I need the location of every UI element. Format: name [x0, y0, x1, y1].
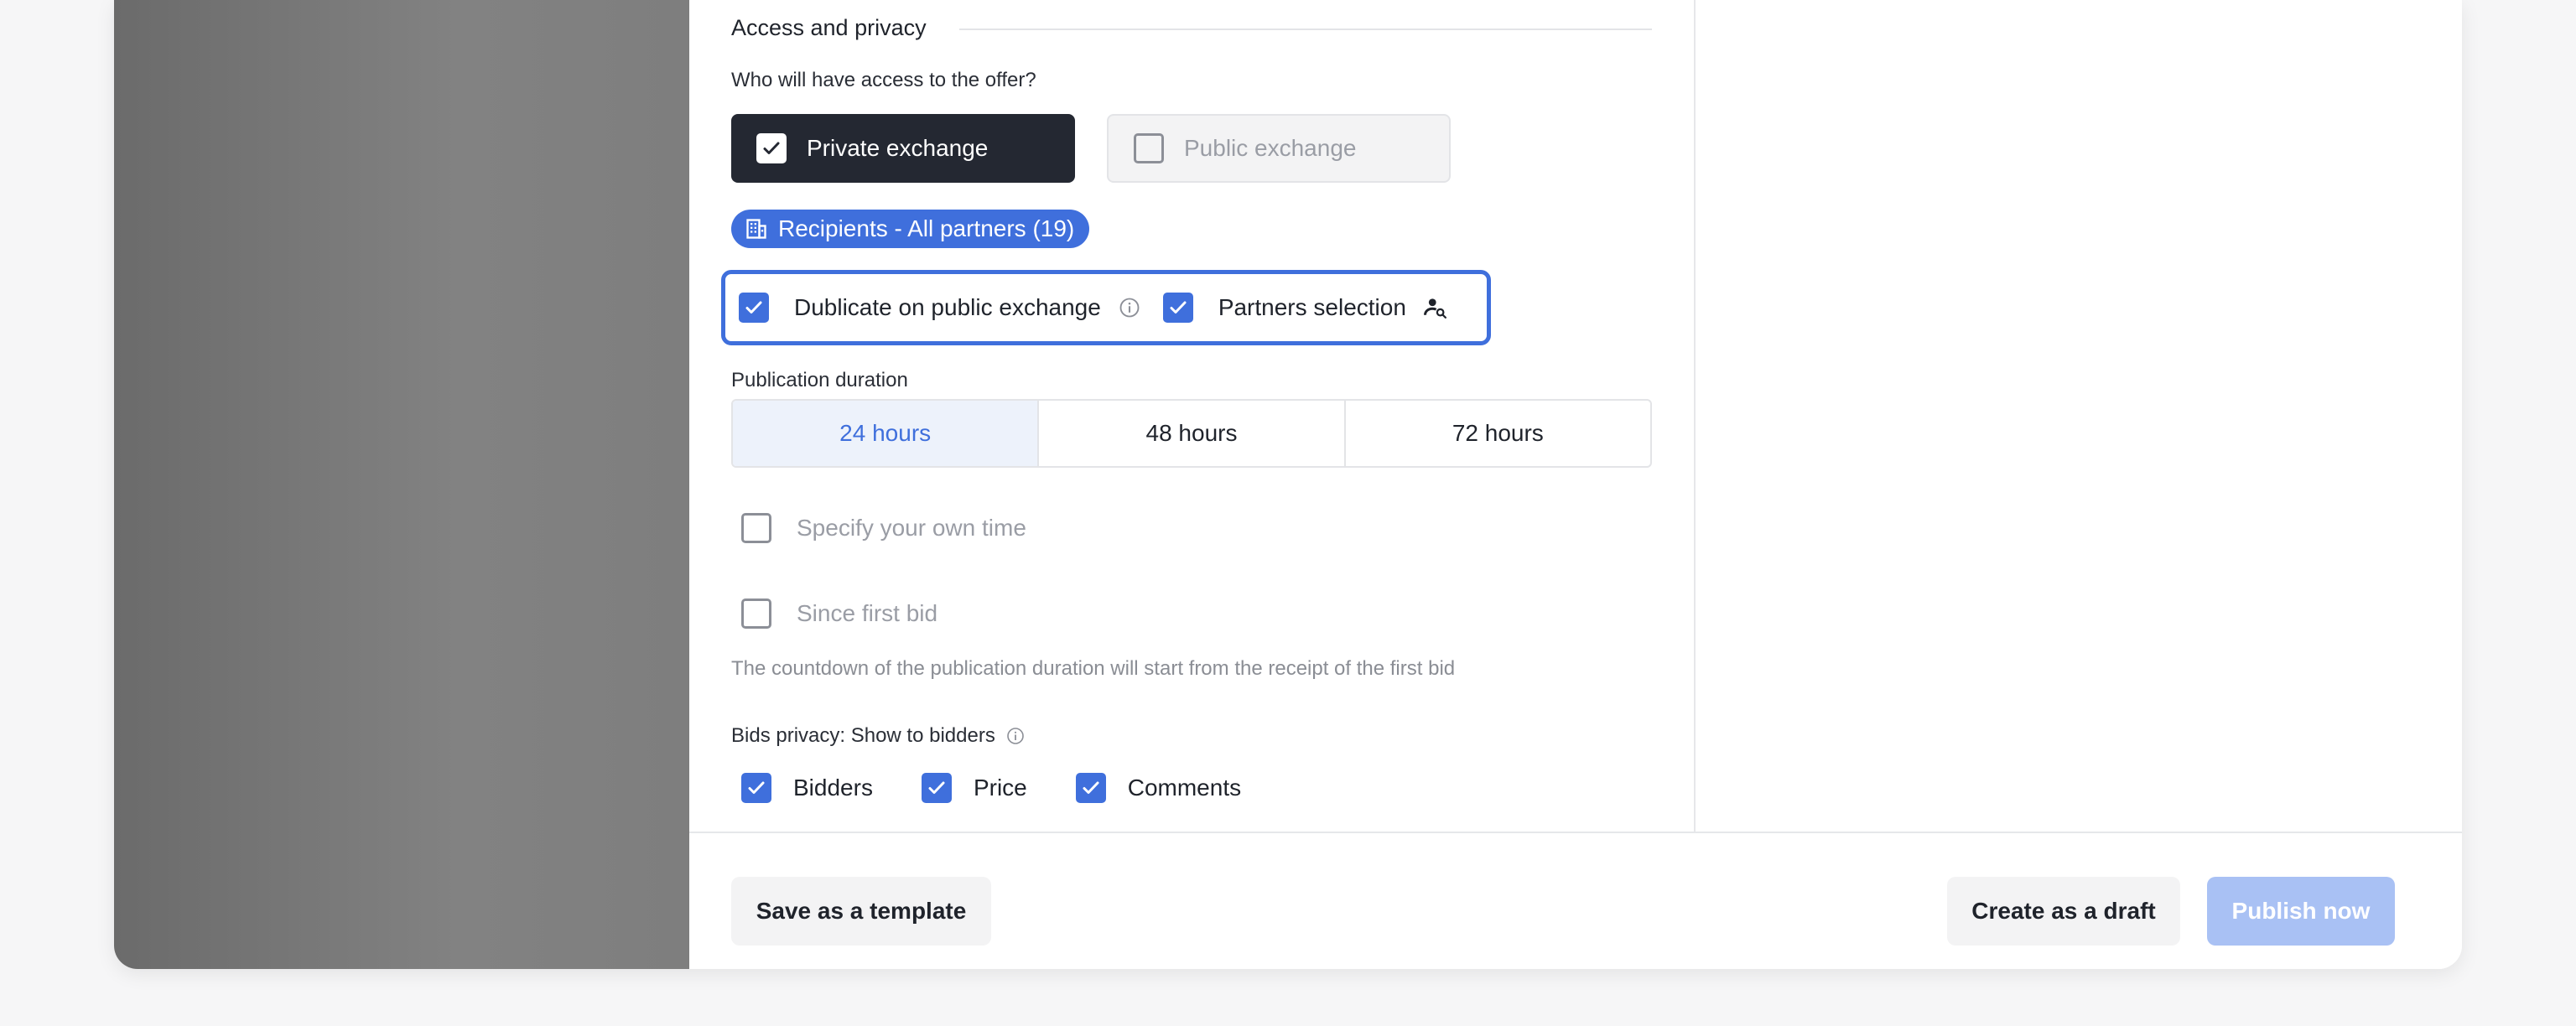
duration-48-hours[interactable]: 48 hours: [1037, 401, 1343, 466]
backdrop-panel: [114, 0, 689, 969]
own-time-label: Specify your own time: [797, 515, 1026, 541]
duplicate-checkbox[interactable]: [739, 293, 769, 323]
duration-72-hours[interactable]: 72 hours: [1343, 401, 1650, 466]
exchange-options-group: Dublicate on public exchange Partners se…: [721, 270, 1491, 345]
save-template-button[interactable]: Save as a template: [731, 877, 991, 946]
recipients-label: Recipients - All partners (19): [778, 215, 1075, 241]
comments-option[interactable]: Comments: [1075, 773, 1242, 803]
partners-selection-option[interactable]: Partners selection: [1162, 293, 1448, 323]
bids-privacy-text: Bids privacy: Show to bidders: [731, 724, 995, 747]
check-icon: [748, 781, 765, 794]
access-question: Who will have access to the offer?: [731, 69, 1036, 91]
info-icon[interactable]: [1118, 296, 1141, 319]
info-icon[interactable]: [1005, 726, 1026, 746]
publish-now-button[interactable]: Publish now: [2207, 877, 2395, 946]
comments-checkbox[interactable]: [1075, 773, 1106, 803]
bids-privacy-label: Bids privacy: Show to bidders: [731, 724, 1026, 748]
duration-selector: 24 hours 48 hours 72 hours: [731, 399, 1652, 468]
own-time-option[interactable]: Specify your own time: [741, 513, 1026, 543]
public-exchange-label: Public exchange: [1184, 135, 1357, 161]
private-exchange-option[interactable]: Private exchange: [731, 114, 1075, 183]
check-icon: [1170, 301, 1187, 314]
private-exchange-label: Private exchange: [807, 135, 989, 161]
first-bid-hint: The countdown of the publication duratio…: [731, 657, 1456, 680]
bidders-label: Bidders: [793, 775, 873, 801]
check-icon: [745, 301, 762, 314]
duplicate-label: Dublicate on public exchange: [794, 294, 1101, 320]
price-checkbox[interactable]: [921, 773, 952, 803]
section-divider: [959, 28, 1652, 30]
partners-selection-checkbox[interactable]: [1162, 293, 1193, 323]
recipients-chip[interactable]: Recipients - All partners (19): [731, 210, 1090, 248]
duration-24-hours[interactable]: 24 hours: [733, 401, 1038, 466]
duration-label: Publication duration: [731, 369, 908, 391]
offer-window: Access and privacy Who will have access …: [114, 0, 2462, 969]
person-search-icon[interactable]: [1423, 295, 1448, 320]
price-label: Price: [973, 775, 1027, 801]
comments-label: Comments: [1127, 775, 1242, 801]
building-icon: [746, 219, 766, 239]
section-title: Access and privacy: [731, 15, 927, 40]
check-icon: [763, 142, 780, 154]
bidders-option[interactable]: Bidders: [741, 773, 873, 803]
public-exchange-checkbox[interactable]: [1134, 133, 1164, 163]
check-icon: [1083, 781, 1099, 794]
public-exchange-option[interactable]: Public exchange: [1107, 114, 1451, 183]
price-option[interactable]: Price: [921, 773, 1027, 803]
first-bid-option[interactable]: Since first bid: [741, 598, 937, 629]
first-bid-label: Since first bid: [797, 600, 938, 626]
own-time-checkbox[interactable]: [741, 513, 771, 543]
private-exchange-checkbox[interactable]: [756, 133, 787, 163]
bidders-checkbox[interactable]: [741, 773, 771, 803]
offer-form: Access and privacy Who will have access …: [689, 0, 1694, 832]
form-footer: Save as a template Create as a draft Pub…: [689, 832, 2462, 969]
first-bid-checkbox[interactable]: [741, 598, 771, 629]
duplicate-option[interactable]: Dublicate on public exchange: [739, 293, 1141, 323]
partners-selection-label: Partners selection: [1218, 294, 1406, 320]
bids-privacy-options: Bidders Price Comments: [741, 773, 1290, 803]
pane-divider: [1694, 0, 1696, 832]
check-icon: [928, 781, 945, 794]
create-draft-button[interactable]: Create as a draft: [1947, 877, 2180, 946]
